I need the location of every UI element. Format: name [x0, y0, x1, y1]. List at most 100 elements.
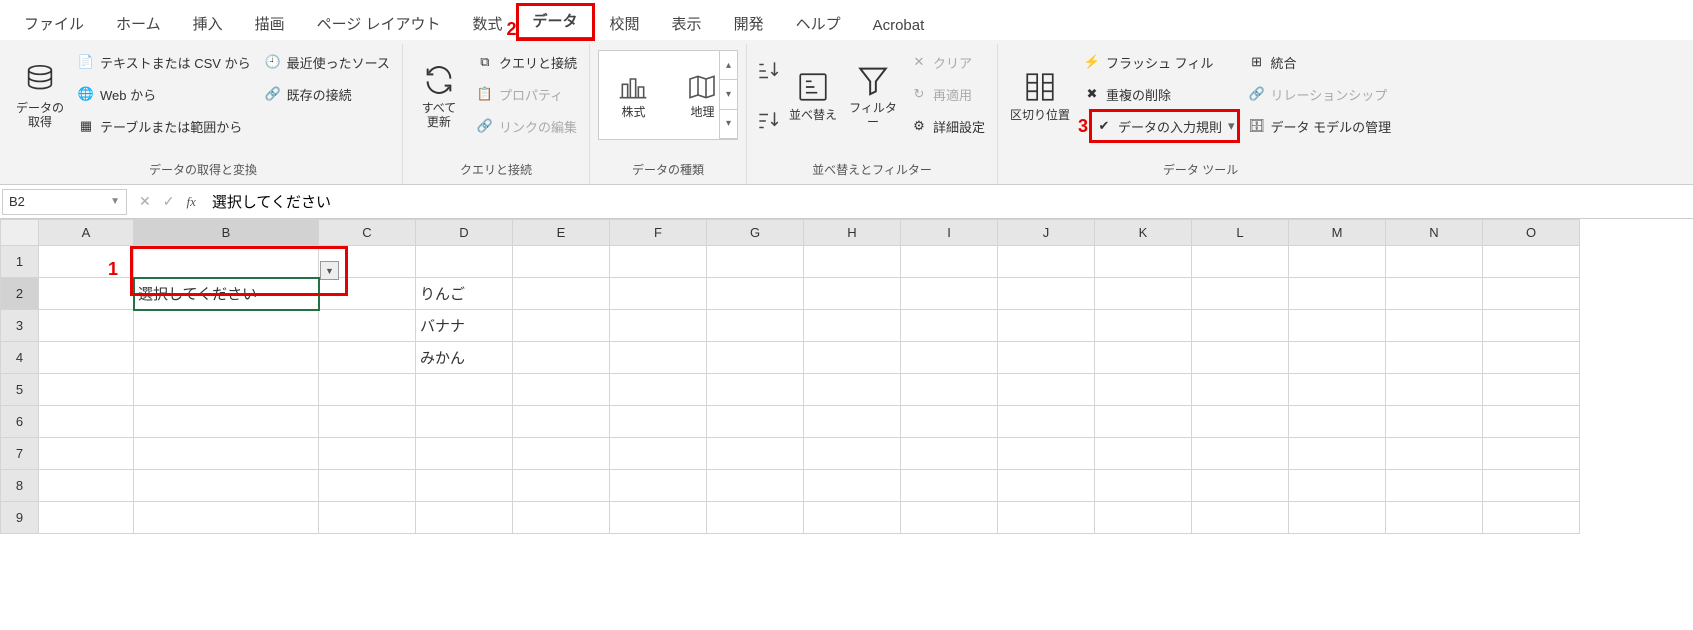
database-icon: [23, 63, 57, 97]
properties: 📋プロパティ: [471, 78, 581, 110]
ribbon-group-datatypes: 株式 地理 ▴▾▾ データの種類: [590, 44, 747, 184]
row-header-4[interactable]: 4: [1, 342, 39, 374]
tab-developer[interactable]: 開発: [718, 7, 780, 40]
worksheet: A B C D E F G H I J K L M N O 1 2 選択してくだ…: [0, 219, 1693, 534]
fx-icon[interactable]: fx: [186, 194, 195, 210]
cell-D2[interactable]: りんご: [416, 278, 513, 310]
group-label-sort-filter: 並べ替えとフィルター: [753, 159, 991, 182]
cell-D3[interactable]: バナナ: [416, 310, 513, 342]
queries-connections[interactable]: ⧉クエリと接続: [471, 46, 581, 78]
cell-dropdown-button[interactable]: ▼: [320, 261, 339, 280]
filter-clear: ✕クリア: [905, 46, 989, 78]
advanced-icon: ⚙: [909, 118, 929, 134]
recent-sources[interactable]: 🕘最近使ったソース: [259, 46, 394, 78]
ribbon-group-sort-filter: 並べ替え フィルター ✕クリア ↻再適用 ⚙詳細設定 並べ替えとフィルター: [747, 44, 998, 184]
tab-file[interactable]: ファイル: [8, 7, 100, 40]
relationship-icon: 🔗: [1247, 86, 1267, 102]
tab-help[interactable]: ヘルプ: [780, 7, 857, 40]
map-icon: [686, 71, 718, 103]
tab-acrobat[interactable]: Acrobat: [857, 11, 941, 40]
col-header-J[interactable]: J: [998, 220, 1095, 246]
text-to-columns-button[interactable]: 区切り位置: [1004, 46, 1076, 146]
group-label-queries: クエリと接続: [409, 159, 583, 182]
existing-connections[interactable]: 🔗既存の接続: [259, 78, 394, 110]
row-header-9[interactable]: 9: [1, 502, 39, 534]
row-header-8[interactable]: 8: [1, 470, 39, 502]
col-header-K[interactable]: K: [1095, 220, 1192, 246]
row-header-1[interactable]: 1: [1, 246, 39, 278]
tab-pagelayout[interactable]: ページ レイアウト: [301, 7, 457, 40]
edit-links: 🔗リンクの編集: [471, 110, 581, 142]
col-header-D[interactable]: D: [416, 220, 513, 246]
row-header-7[interactable]: 7: [1, 438, 39, 470]
enter-formula-icon: ✓: [163, 193, 175, 210]
tab-home[interactable]: ホーム: [100, 7, 177, 40]
row-header-3[interactable]: 3: [1, 310, 39, 342]
cell-C2[interactable]: [319, 278, 416, 310]
formula-input[interactable]: [206, 189, 1691, 215]
datatype-gallery[interactable]: 株式 地理 ▴▾▾: [598, 50, 738, 140]
remove-dup-icon: ✖: [1082, 86, 1102, 102]
filter-reapply: ↻再適用: [905, 78, 989, 110]
consolidate[interactable]: ⊞統合: [1243, 46, 1396, 78]
refresh-all-label: すべて 更新: [422, 101, 457, 130]
remove-duplicates[interactable]: ✖重複の削除: [1078, 78, 1239, 110]
name-box-value: B2: [9, 194, 25, 209]
refresh-all-button[interactable]: すべて 更新: [409, 46, 469, 146]
flash-fill[interactable]: ⚡フラッシュ フィル: [1078, 46, 1239, 78]
col-header-H[interactable]: H: [804, 220, 901, 246]
tab-data[interactable]: データ: [517, 4, 594, 40]
gallery-spinner[interactable]: ▴▾▾: [719, 51, 737, 139]
tab-review[interactable]: 校閲: [594, 7, 656, 40]
sort-button[interactable]: 並べ替え: [783, 46, 843, 146]
edit-links-icon: 🔗: [475, 118, 495, 134]
from-table-range[interactable]: ▦テーブルまたは範囲から: [72, 110, 255, 142]
annotation-2: 2: [507, 19, 517, 40]
clock-icon: 🕘: [263, 54, 283, 70]
from-web[interactable]: 🌐Web から: [72, 78, 255, 110]
row-header-2[interactable]: 2: [1, 278, 39, 310]
reapply-icon: ↻: [909, 86, 929, 102]
row-header-6[interactable]: 6: [1, 406, 39, 438]
tab-view[interactable]: 表示: [656, 7, 718, 40]
get-data-button[interactable]: データの 取得: [10, 46, 70, 146]
data-validation[interactable]: ✔データの入力規則▾: [1090, 110, 1239, 142]
cell-B2[interactable]: 選択してください: [134, 278, 319, 310]
col-header-N[interactable]: N: [1386, 220, 1483, 246]
menu-bar: ファイル ホーム 挿入 描画 ページ レイアウト 数式 2 データ 校閲 表示 …: [0, 0, 1693, 40]
from-text-csv[interactable]: 📄テキストまたは CSV から: [72, 46, 255, 78]
table-icon: ▦: [76, 118, 96, 134]
stocks-type[interactable]: 株式: [617, 71, 649, 120]
name-box-dropdown-icon[interactable]: ▼: [110, 196, 120, 207]
tab-draw[interactable]: 描画: [239, 7, 301, 40]
col-header-B[interactable]: B: [134, 220, 319, 246]
consolidate-icon: ⊞: [1247, 54, 1267, 70]
get-data-label: データの 取得: [16, 101, 64, 130]
tab-insert[interactable]: 挿入: [177, 7, 239, 40]
group-label-datatypes: データの種類: [596, 159, 740, 182]
filter-advanced[interactable]: ⚙詳細設定: [905, 110, 989, 142]
col-header-F[interactable]: F: [610, 220, 707, 246]
name-box[interactable]: B2 ▼: [2, 189, 127, 215]
select-all-corner[interactable]: [1, 220, 39, 246]
col-header-A[interactable]: A: [39, 220, 134, 246]
row-header-5[interactable]: 5: [1, 374, 39, 406]
col-header-I[interactable]: I: [901, 220, 998, 246]
col-header-G[interactable]: G: [707, 220, 804, 246]
cell-A2[interactable]: [39, 278, 134, 310]
grid[interactable]: A B C D E F G H I J K L M N O 1 2 選択してくだ…: [0, 219, 1580, 534]
ribbon: データの 取得 📄テキストまたは CSV から 🌐Web から ▦テーブルまたは…: [0, 40, 1693, 185]
geography-type[interactable]: 地理: [686, 71, 718, 120]
col-header-O[interactable]: O: [1483, 220, 1580, 246]
sort-asc-icon[interactable]: [755, 58, 781, 84]
filter-button[interactable]: フィルター: [843, 46, 903, 146]
col-header-C[interactable]: C: [319, 220, 416, 246]
col-header-L[interactable]: L: [1192, 220, 1289, 246]
annotation-1: 1: [108, 259, 118, 280]
sort-desc-icon[interactable]: [755, 108, 781, 134]
col-header-M[interactable]: M: [1289, 220, 1386, 246]
col-header-E[interactable]: E: [513, 220, 610, 246]
manage-data-model[interactable]: 🗄データ モデルの管理: [1243, 110, 1396, 142]
text-to-columns-label: 区切り位置: [1010, 108, 1070, 122]
cell-D4[interactable]: みかん: [416, 342, 513, 374]
